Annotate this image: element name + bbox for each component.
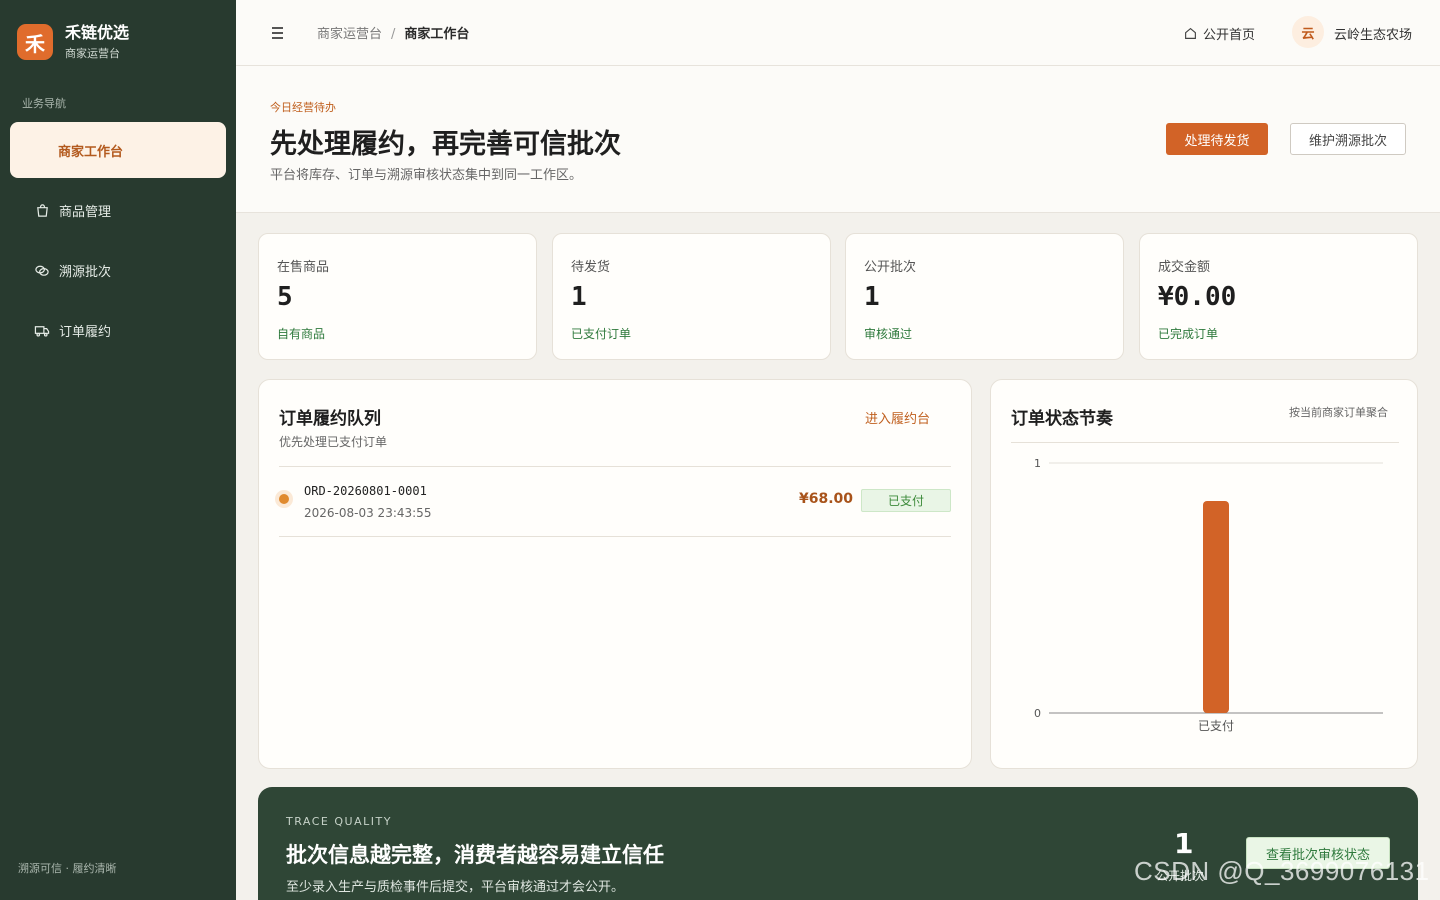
- sidebar-item-trace[interactable]: 溯源批次: [10, 242, 226, 298]
- brand-subtitle: 商家运营台: [65, 47, 120, 60]
- stat-note: 自有商品: [277, 327, 326, 341]
- nav-heading: 业务导航: [22, 97, 66, 110]
- y-tick-label: 1: [1034, 457, 1041, 470]
- brand-logo: 禾: [17, 24, 53, 60]
- sidebar-item-workbench[interactable]: 商家工作台: [10, 122, 226, 178]
- watermark: CSDN @Q_3699076131: [1134, 856, 1430, 886]
- sidebar-item-label: 订单履约: [59, 324, 112, 340]
- order-status-chart-panel: 订单状态节奏 按当前商家订单聚合 0 1 已支付: [990, 379, 1418, 769]
- hero-description: 平台将库存、订单与溯源审核状态集中到同一工作区。: [270, 168, 583, 183]
- stat-value: 5: [277, 282, 293, 312]
- hero-section: 今日经营待办 先处理履约，再完善可信批次 平台将库存、订单与溯源审核状态集中到同…: [236, 66, 1440, 213]
- status-badge: 已支付: [861, 489, 951, 512]
- status-dot-icon: [279, 494, 289, 504]
- stat-note: 审核通过: [864, 327, 913, 341]
- list-item[interactable]: ORD-20260801-0001 2026-08-03 23:43:55 ¥6…: [279, 467, 951, 537]
- stat-label: 在售商品: [277, 260, 330, 275]
- public-home-label: 公开首页: [1203, 28, 1256, 43]
- truck-icon: [34, 322, 50, 338]
- home-icon: [1185, 27, 1196, 39]
- sidebar-item-label: 商品管理: [59, 204, 112, 220]
- brand[interactable]: 禾 禾链优选 商家运营台: [17, 23, 129, 61]
- breadcrumb-current: 商家工作台: [404, 27, 470, 42]
- trace-title: 批次信息越完整，消费者越容易建立信任: [286, 843, 664, 867]
- avatar[interactable]: 云: [1292, 16, 1324, 48]
- order-amount: ¥68.00: [799, 491, 854, 507]
- sidebar-item-label: 溯源批次: [59, 264, 112, 280]
- stat-card-pending-shipment: 待发货 1 已支付订单: [552, 233, 831, 360]
- order-queue-panel: 订单履约队列 优先处理已支付订单 进入履约台 ORD-20260801-0001…: [258, 379, 972, 769]
- trace-description: 至少录入生产与质检事件后提交，平台审核通过才会公开。: [286, 880, 625, 895]
- y-tick-label: 0: [1034, 707, 1041, 720]
- sidebar-item-orders[interactable]: 订单履约: [10, 302, 226, 358]
- breadcrumb-parent[interactable]: 商家运营台: [317, 27, 382, 42]
- order-id: ORD-20260801-0001: [304, 484, 427, 498]
- enter-fulfillment-link[interactable]: 进入履约台: [865, 408, 930, 427]
- trace-eyebrow: TRACE QUALITY: [286, 815, 392, 828]
- user-name[interactable]: 云岭生态农场: [1334, 24, 1412, 43]
- process-shipping-button[interactable]: 处理待发货: [1166, 123, 1268, 155]
- x-tick-label: 已支付: [1198, 719, 1234, 733]
- maintain-batches-button[interactable]: 维护溯源批次: [1290, 123, 1406, 155]
- stat-label: 待发货: [571, 260, 611, 275]
- breadcrumb-separator: /: [391, 27, 396, 42]
- menu-toggle-icon[interactable]: [272, 24, 288, 42]
- hero-eyebrow: 今日经营待办: [270, 101, 336, 114]
- public-home-link[interactable]: 公开首页: [1184, 24, 1255, 43]
- sidebar: 禾 禾链优选 商家运营台 业务导航 商家工作台 商品管理 溯源批次 订单履约 溯…: [0, 0, 236, 900]
- sidebar-item-products[interactable]: 商品管理: [10, 182, 226, 238]
- order-status-chart: 0 1 已支付: [1034, 457, 1383, 733]
- shopping-bag-icon: [34, 202, 50, 218]
- breadcrumb: 商家运营台 / 商家工作台: [317, 23, 469, 42]
- stat-note: 已完成订单: [1158, 327, 1219, 341]
- stat-value: ¥0.00: [1158, 282, 1237, 312]
- stat-value: 1: [864, 282, 880, 312]
- queue-title: 订单履约队列: [279, 409, 381, 429]
- stat-label: 公开批次: [864, 260, 917, 275]
- stat-value: 1: [571, 282, 587, 312]
- trace-link-icon: [34, 262, 50, 278]
- brand-name: 禾链优选: [65, 23, 130, 42]
- stat-label: 成交金额: [1158, 260, 1211, 275]
- sidebar-item-label: 商家工作台: [58, 144, 124, 160]
- stat-card-products: 在售商品 5 自有商品: [258, 233, 537, 360]
- sidebar-footer: 溯源可信 · 履约清晰: [18, 862, 117, 875]
- stat-card-revenue: 成交金额 ¥0.00 已完成订单: [1139, 233, 1418, 360]
- queue-subtitle: 优先处理已支付订单: [279, 435, 388, 449]
- topbar: 商家运营台 / 商家工作台 公开首页 云 云岭生态农场: [236, 0, 1440, 66]
- stat-card-public-batches: 公开批次 1 审核通过: [845, 233, 1124, 360]
- chart-bar: [1203, 501, 1229, 713]
- page-title: 先处理履约，再完善可信批次: [270, 129, 621, 160]
- stat-note: 已支付订单: [571, 327, 632, 341]
- order-time: 2026-08-03 23:43:55: [304, 506, 432, 520]
- sidebar-nav: 商家工作台 商品管理 溯源批次 订单履约: [10, 122, 226, 362]
